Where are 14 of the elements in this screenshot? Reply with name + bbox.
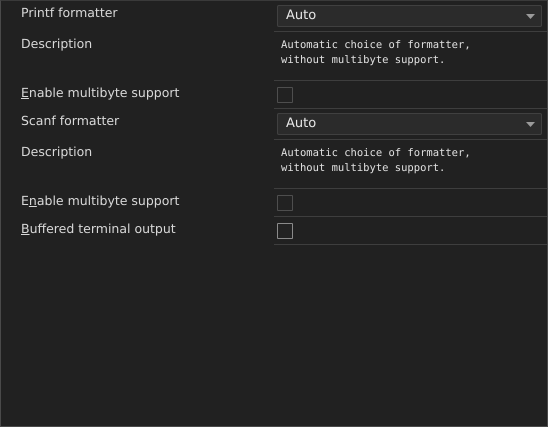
property-label: Description xyxy=(21,36,92,51)
description-text: Automatic choice of formatter, without multibyte support. xyxy=(280,38,472,68)
property-label: Enable multibyte support xyxy=(21,193,180,208)
caret-icon xyxy=(526,122,535,126)
description-text: Automatic choice of formatter, without multibyte support. xyxy=(280,146,472,176)
property-label: Printf formatter xyxy=(21,5,118,20)
property-label: Description xyxy=(21,144,92,159)
formatter-dropdown[interactable]: Auto xyxy=(277,113,542,135)
caret-icon xyxy=(526,14,535,18)
property-label: Enable multibyte support xyxy=(21,85,180,100)
formatter-dropdown[interactable]: Auto xyxy=(277,5,542,27)
property-label: Buffered terminal output xyxy=(21,221,176,236)
checkbox[interactable] xyxy=(277,223,293,239)
property-label: Scanf formatter xyxy=(21,113,120,128)
